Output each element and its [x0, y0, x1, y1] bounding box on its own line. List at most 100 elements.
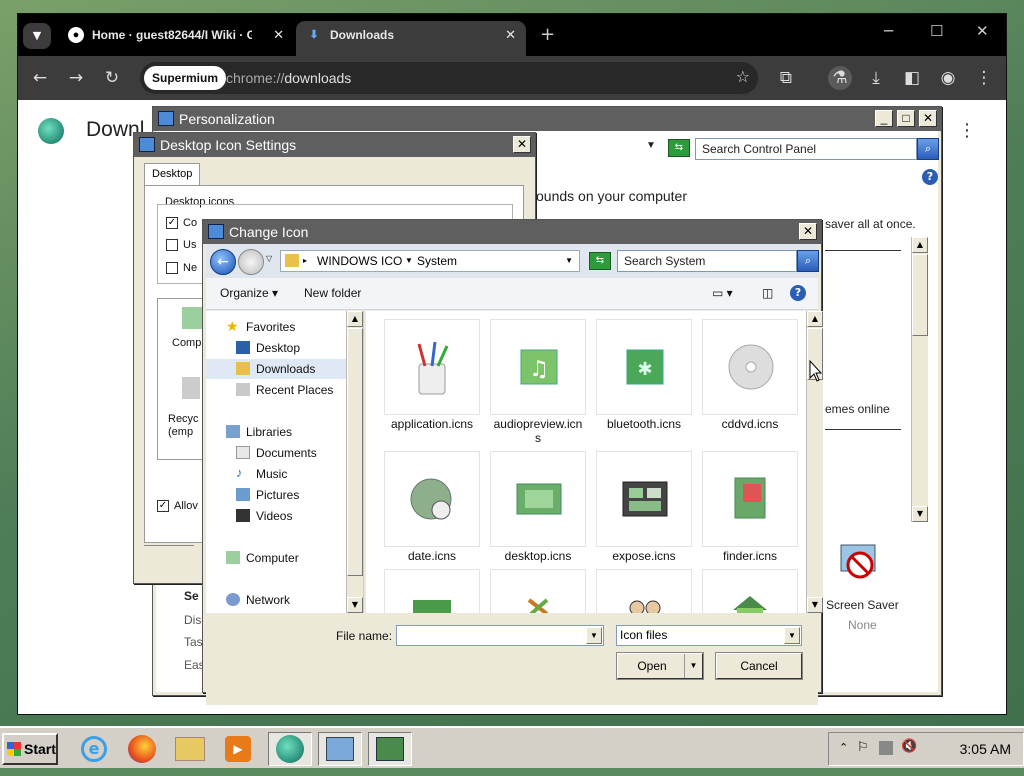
nav-recent-places[interactable]: Recent Places [206, 380, 346, 400]
file-tile-audiopreview[interactable]: ♫ [490, 319, 586, 415]
action-center-flag-icon[interactable]: ⚐ [857, 740, 869, 755]
breadcrumb[interactable]: ▸ WINDOWS ICO ▼ System ▼ [280, 250, 580, 272]
nav-libraries[interactable]: Libraries [206, 422, 346, 442]
checkbox-users-files[interactable] [166, 239, 178, 251]
maximize-button[interactable]: □ [897, 110, 915, 127]
preview-pane-icon[interactable]: ◫ [762, 278, 773, 308]
file-tile-partial[interactable] [702, 569, 798, 614]
minimize-icon[interactable]: ─ [884, 22, 893, 40]
file-tile-partial[interactable] [596, 569, 692, 616]
scroll-up-icon[interactable]: ▲ [347, 311, 363, 327]
close-window-icon[interactable]: ✕ [976, 22, 989, 40]
scroll-down-icon[interactable]: ▼ [912, 506, 928, 522]
nav-computer[interactable]: Computer [206, 548, 346, 568]
new-folder-button[interactable]: New folder [304, 278, 361, 308]
site-chip[interactable]: Supermium [144, 66, 227, 90]
tab-search-button[interactable]: ▼ [23, 23, 51, 49]
refresh-icon[interactable]: ⇆ [589, 252, 611, 270]
desktop-icon-settings-titlebar[interactable]: Desktop Icon Settings ✕ [134, 133, 535, 157]
allow-themes-checkbox[interactable]: ✓ [157, 500, 169, 512]
checkbox-computer[interactable]: ✓ [166, 217, 178, 229]
scroll-up-icon[interactable]: ▲ [807, 311, 823, 327]
nav-music[interactable]: ♪ Music [206, 464, 346, 484]
volume-muted-icon[interactable]: 🔇 [901, 739, 917, 754]
file-type-select[interactable]: Icon files ▼ [616, 625, 802, 646]
file-tile-date[interactable] [384, 451, 480, 547]
nav-downloads[interactable]: Downloads [206, 359, 346, 379]
help-icon[interactable]: ? [922, 169, 938, 185]
file-list-scrollbar[interactable]: ▲ ▼ [806, 311, 823, 613]
forward-arrow-icon[interactable] [238, 249, 264, 275]
checkbox-network[interactable] [166, 262, 178, 274]
file-tile-partial[interactable] [490, 569, 586, 616]
dropdown-arrow-icon[interactable]: ▼ [586, 627, 602, 644]
nav-videos[interactable]: Videos [206, 506, 346, 526]
network-status-icon[interactable] [879, 741, 893, 755]
open-button[interactable]: Open ▼ [616, 652, 704, 680]
refresh-icon[interactable]: ⇆ [668, 139, 690, 157]
supermium-taskbar-icon[interactable] [268, 732, 312, 766]
menu-kebab-icon[interactable]: ⋮ [972, 66, 996, 90]
dropdown-arrow-icon[interactable]: ▼ [784, 627, 800, 644]
downloads-icon[interactable]: ⤓ [864, 66, 888, 90]
reload-icon[interactable]: ↻ [100, 66, 124, 90]
file-name-input[interactable]: ▼ [396, 625, 604, 646]
nav-favorites[interactable]: ★ Favorites [206, 317, 346, 337]
firefox-icon[interactable] [120, 732, 164, 766]
nav-network[interactable]: Network [206, 590, 346, 610]
nav-pictures[interactable]: Pictures [206, 485, 346, 505]
forward-icon[interactable]: → [64, 66, 88, 90]
file-tile-expose[interactable] [596, 451, 692, 547]
file-tile-desktop[interactable] [490, 451, 586, 547]
cancel-button[interactable]: Cancel [715, 652, 803, 680]
view-options-icon[interactable]: ▭ ▾ [712, 278, 733, 308]
media-player-icon[interactable]: ▶ [216, 732, 260, 766]
close-button[interactable]: ✕ [799, 223, 817, 240]
extensions-icon[interactable]: ⧉ [774, 66, 798, 90]
file-tile-finder[interactable] [702, 451, 798, 547]
scroll-down-icon[interactable]: ▼ [347, 597, 363, 613]
nav-desktop[interactable]: Desktop [206, 338, 346, 358]
see-also-link-display[interactable]: Dis [184, 613, 201, 627]
address-dropdown-icon[interactable]: ▼ [646, 140, 656, 151]
personalization-taskbar-icon[interactable] [368, 732, 412, 766]
close-button[interactable]: ✕ [919, 110, 937, 127]
scroll-down-icon[interactable]: ▼ [807, 597, 823, 613]
file-tile-application[interactable] [384, 319, 480, 415]
internet-explorer-icon[interactable]: e [72, 732, 116, 766]
nav-pane-scrollbar[interactable]: ▲ ▼ [346, 311, 363, 613]
breadcrumb-part[interactable]: WINDOWS ICO [317, 251, 402, 271]
tab-downloads[interactable]: ⬇ Downloads ✕ [296, 21, 526, 56]
search-icon[interactable]: ⌕ [797, 250, 819, 272]
start-button[interactable]: Start [2, 733, 58, 765]
tab-close-icon[interactable]: ✕ [505, 21, 516, 49]
recent-dropdown-icon[interactable]: ▽ [266, 254, 272, 263]
address-bar[interactable]: Supermium chrome://downloads ☆ [140, 62, 758, 94]
labs-flask-icon[interactable]: ⚗ [828, 66, 852, 90]
see-also-link-taskbar[interactable]: Tas [184, 635, 203, 649]
show-hidden-icons-icon[interactable]: ⌃ [839, 741, 848, 754]
file-tile-cddvd[interactable] [702, 319, 798, 415]
scroll-thumb[interactable] [912, 254, 928, 336]
profile-avatar-icon[interactable]: ◉ [936, 66, 960, 90]
minimize-button[interactable]: _ [875, 110, 893, 127]
personalization-titlebar[interactable]: Personalization _ □ ✕ [153, 107, 941, 131]
tab-close-icon[interactable]: ✕ [273, 21, 284, 49]
scroll-thumb[interactable] [347, 328, 363, 576]
nav-documents[interactable]: Documents [206, 443, 346, 463]
breadcrumb-part[interactable]: System [417, 251, 457, 271]
file-tile-bluetooth[interactable]: ✱ [596, 319, 692, 415]
help-icon[interactable]: ? [790, 285, 806, 301]
back-arrow-icon[interactable]: ← [210, 249, 236, 275]
search-icon[interactable]: ⌕ [917, 138, 939, 160]
breadcrumb-arrow-icon[interactable]: ▸ [303, 251, 307, 271]
back-icon[interactable]: ← [28, 66, 52, 90]
search-control-panel-input[interactable]: Search Control Panel [695, 138, 917, 160]
screen-saver-label[interactable]: Screen Saver [826, 598, 899, 612]
side-panel-icon[interactable]: ◧ [900, 66, 924, 90]
change-icon-titlebar[interactable]: Change Icon ✕ [203, 220, 821, 244]
split-arrow-icon[interactable]: ▼ [684, 654, 702, 678]
tab-desktop-icons[interactable]: Desktop Icons [144, 163, 201, 200]
tab-github[interactable]: ● Home · guest82644/I Wiki · Gi ✕ [58, 21, 294, 56]
clock[interactable]: 3:05 AM [960, 733, 1011, 765]
